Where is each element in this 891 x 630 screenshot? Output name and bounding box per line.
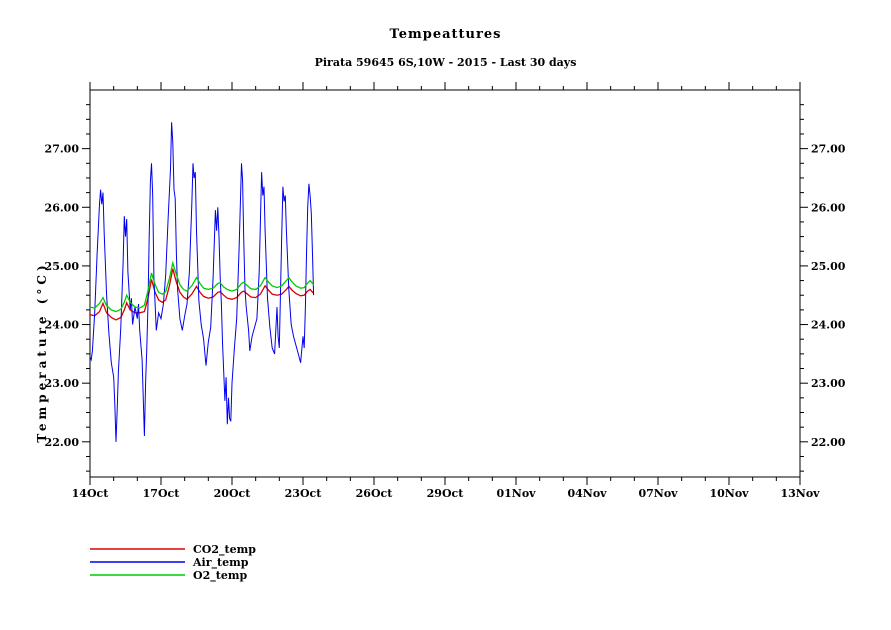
plot-border <box>90 90 800 477</box>
y-tick-label-left: 24.00 <box>45 319 80 332</box>
y-tick-label-left: 26.00 <box>45 201 80 214</box>
y-tick-label-right: 22.00 <box>811 436 846 449</box>
x-tick-label: 26Oct <box>356 487 394 500</box>
legend-label-o2_temp: O2_temp <box>193 569 247 583</box>
chart-title: Tempeattures <box>0 27 891 42</box>
plot-area: 22.00 22.00 23.00 23.00 24.00 24.00 25.00 25.00… <box>0 0 891 630</box>
y-tick-label-left: 23.00 <box>45 377 80 390</box>
x-tick-label: 04Nov <box>567 487 607 500</box>
x-tick-label: 20Oct <box>214 487 252 500</box>
x-tick-label: 10Nov <box>709 487 749 500</box>
chart-subtitle: Pirata 59645 6S,10W - 2015 - Last 30 day… <box>0 56 891 69</box>
y-tick-label-right: 26.00 <box>811 201 846 214</box>
x-tick-label: 07Nov <box>638 487 678 500</box>
y-axis-label: Temperature (°C) <box>35 261 49 442</box>
y-tick-label-right: 25.00 <box>811 260 846 273</box>
x-tick-label: 01Nov <box>496 487 536 500</box>
x-tick-label: 29Oct <box>427 487 465 500</box>
y-tick-label-right: 23.00 <box>811 377 846 390</box>
series-line-air_temp <box>90 122 314 442</box>
y-tick-label-left: 25.00 <box>45 260 80 273</box>
y-tick-label-right: 24.00 <box>811 319 846 332</box>
y-tick-label-right: 27.00 <box>811 143 846 156</box>
legend-label-air_temp: Air_temp <box>192 556 249 570</box>
x-tick-label: 17Oct <box>143 487 181 500</box>
y-tick-label-left: 22.00 <box>45 436 80 449</box>
y-tick-label-left: 27.00 <box>45 143 80 156</box>
temperature-chart: Tempeattures Pirata 59645 6S,10W - 2015 … <box>0 0 891 630</box>
x-tick-label: 14Oct <box>72 487 110 500</box>
x-tick-label: 23Oct <box>285 487 323 500</box>
legend-label-co2_temp: CO2_temp <box>193 543 256 557</box>
x-tick-label: 13Nov <box>780 487 820 500</box>
